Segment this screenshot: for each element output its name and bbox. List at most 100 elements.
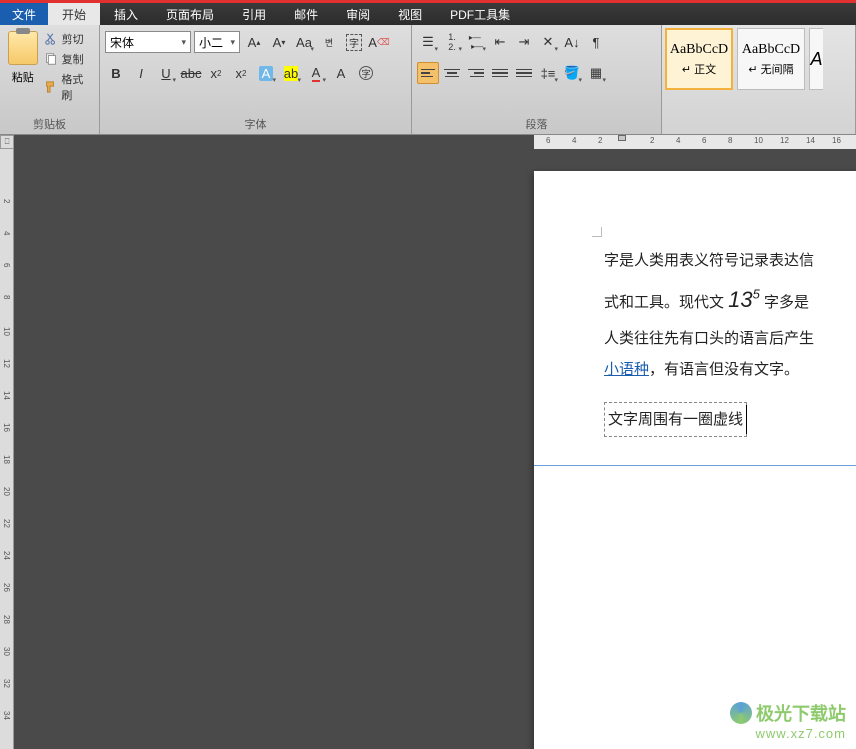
ruler-tick: 6 — [546, 136, 550, 145]
menu-bar: 文件 开始 插入 页面布局 引用 邮件 审阅 视图 PDF工具集 — [0, 3, 856, 25]
brush-icon — [44, 80, 58, 94]
enclose-characters-button[interactable]: 字 — [355, 62, 377, 84]
copy-label: 复制 — [62, 51, 84, 67]
text-line[interactable]: 人类往往先有口头的语言后产生 — [604, 323, 856, 355]
ruler-tick: 20 — [2, 487, 11, 496]
ruler-tick: 2 — [650, 136, 654, 145]
ruler-tick: 14 — [806, 136, 815, 145]
italic-button[interactable]: I — [130, 62, 152, 84]
align-left-button[interactable] — [417, 62, 439, 84]
tab-references[interactable]: 引用 — [228, 3, 280, 25]
font-name-combo[interactable]: 宋体▾ — [105, 31, 191, 53]
ruler-tick: 12 — [2, 359, 11, 368]
bordered-text[interactable]: 文字周围有一圈虚线 — [604, 402, 747, 438]
bullets-button[interactable]: ☰▾ — [417, 31, 439, 53]
ruler-corner[interactable]: ⎕ — [0, 135, 14, 149]
decrease-indent-button[interactable]: ⇤ — [489, 31, 511, 53]
format-painter-label: 格式刷 — [61, 71, 94, 103]
tab-home[interactable]: 开始 — [48, 3, 100, 25]
ruler-tick: 6 — [2, 263, 11, 267]
file-menu[interactable]: 文件 — [0, 3, 48, 25]
tab-insert[interactable]: 插入 — [100, 3, 152, 25]
show-marks-button[interactable]: ¶ — [585, 31, 607, 53]
styles-group: AaBbCcD ↵ 正文 AaBbCcD ↵ 无间隔 A — [662, 25, 856, 134]
ruler-tick: 10 — [2, 327, 11, 336]
ruler-tick: 16 — [2, 423, 11, 432]
increase-indent-button[interactable]: ⇥ — [513, 31, 535, 53]
page-content[interactable]: 字是人类用表义符号记录表达信 式和工具。现代文 135 字多是 人类往往先有口头… — [604, 245, 856, 466]
page[interactable]: 字是人类用表义符号记录表达信 式和工具。现代文 135 字多是 人类往往先有口头… — [534, 171, 856, 749]
shrink-font-button[interactable]: A▾ — [268, 31, 290, 53]
format-painter-button[interactable]: 格式刷 — [44, 71, 94, 103]
tab-page-layout[interactable]: 页面布局 — [152, 3, 228, 25]
align-center-button[interactable] — [441, 62, 463, 84]
indent-marker[interactable] — [618, 135, 626, 141]
text-line[interactable]: 字是人类用表义符号记录表达信 — [604, 245, 856, 277]
ruler-horizontal[interactable]: 6 4 2 2 4 6 8 10 12 14 16 — [534, 135, 856, 149]
ruler-tick: 16 — [832, 136, 841, 145]
font-size-combo[interactable]: 小二 ▾ — [194, 31, 240, 53]
numbering-button[interactable]: 1.2.▾ — [441, 31, 463, 53]
borders-button[interactable]: ▦▾ — [585, 62, 607, 84]
tab-pdf-tools[interactable]: PDF工具集 — [436, 3, 524, 25]
align-right-button[interactable] — [465, 62, 487, 84]
ruler-tick: 4 — [2, 231, 11, 235]
superscript-button[interactable]: x2 — [230, 62, 252, 84]
tab-review[interactable]: 审阅 — [332, 3, 384, 25]
text-effects-button[interactable]: A▾ — [255, 62, 277, 84]
text-line[interactable]: 式和工具。现代文 135 字多是 — [604, 277, 856, 323]
style-preview: AaBbCcD — [742, 42, 800, 58]
phonetic-guide-button[interactable]: 변 — [318, 31, 340, 53]
ruler-tick: 2 — [2, 199, 11, 203]
tab-mail[interactable]: 邮件 — [280, 3, 332, 25]
ruler-vertical[interactable]: 2 4 6 8 10 12 14 16 18 20 22 24 26 28 30… — [0, 149, 14, 749]
character-border-button[interactable]: 字 — [343, 31, 365, 53]
document-area[interactable]: 字是人类用表义符号记录表达信 式和工具。现代文 135 字多是 人类往往先有口头… — [14, 149, 856, 749]
horizontal-rule — [534, 465, 856, 466]
cut-label: 剪切 — [62, 31, 84, 47]
bold-button[interactable]: B — [105, 62, 127, 84]
copy-button[interactable]: 复制 — [44, 51, 94, 67]
clear-formatting-button[interactable]: A⌫ — [368, 31, 390, 53]
clipboard-group: 粘贴 剪切 复制 格式刷 剪贴板 — [0, 25, 100, 134]
style-normal[interactable]: AaBbCcD ↵ 正文 — [665, 28, 733, 90]
ruler-tick: 24 — [2, 551, 11, 560]
ruler-tick: 4 — [676, 136, 680, 145]
margin-mark — [592, 227, 602, 237]
line-spacing-button[interactable]: ‡≡▾ — [537, 62, 559, 84]
style-no-spacing[interactable]: AaBbCcD ↵ 无间隔 — [737, 28, 805, 90]
grow-font-button[interactable]: A▴ — [243, 31, 265, 53]
ruler-tick: 6 — [702, 136, 706, 145]
paste-button[interactable]: 粘贴 — [5, 28, 41, 85]
cut-button[interactable]: 剪切 — [44, 31, 94, 47]
tab-view[interactable]: 视图 — [384, 3, 436, 25]
subscript-button[interactable]: x2 — [205, 62, 227, 84]
style-more[interactable]: A — [809, 28, 823, 90]
shading-button[interactable]: 🪣▾ — [561, 62, 583, 84]
highlight-color-button[interactable]: ab▾ — [280, 62, 302, 84]
copy-icon — [44, 52, 58, 66]
align-justify-button[interactable] — [489, 62, 511, 84]
change-case-button[interactable]: Aa▾ — [293, 31, 315, 53]
multilevel-list-button[interactable]: ▸— ▸—▾ — [465, 31, 487, 53]
text-line[interactable]: 小语种，有语言但没有文字。 — [604, 354, 856, 386]
math-expression: 135 — [728, 287, 760, 312]
asian-layout-button[interactable]: ✕▾ — [537, 31, 559, 53]
paste-label: 粘贴 — [12, 69, 34, 85]
font-size-value: 小二 — [199, 34, 223, 51]
style-preview: AaBbCcD — [670, 42, 728, 58]
character-shading-button[interactable]: A — [330, 62, 352, 84]
sort-button[interactable]: A↓ — [561, 31, 583, 53]
style-label: ↵ 正文 — [682, 61, 716, 77]
hyperlink[interactable]: 小语种 — [604, 361, 649, 378]
ruler-tick: 14 — [2, 391, 11, 400]
clipboard-group-label: 剪贴板 — [5, 114, 94, 134]
ruler-tick: 18 — [2, 455, 11, 464]
underline-button[interactable]: U▾ — [155, 62, 177, 84]
font-color-button[interactable]: A▾ — [305, 62, 327, 84]
chevron-down-icon: ▾ — [230, 37, 235, 48]
strikethrough-button[interactable]: abc — [180, 62, 202, 84]
align-distributed-button[interactable] — [513, 62, 535, 84]
text-span: 式和工具。现代文 — [604, 294, 728, 311]
ruler-tick: 8 — [728, 136, 732, 145]
